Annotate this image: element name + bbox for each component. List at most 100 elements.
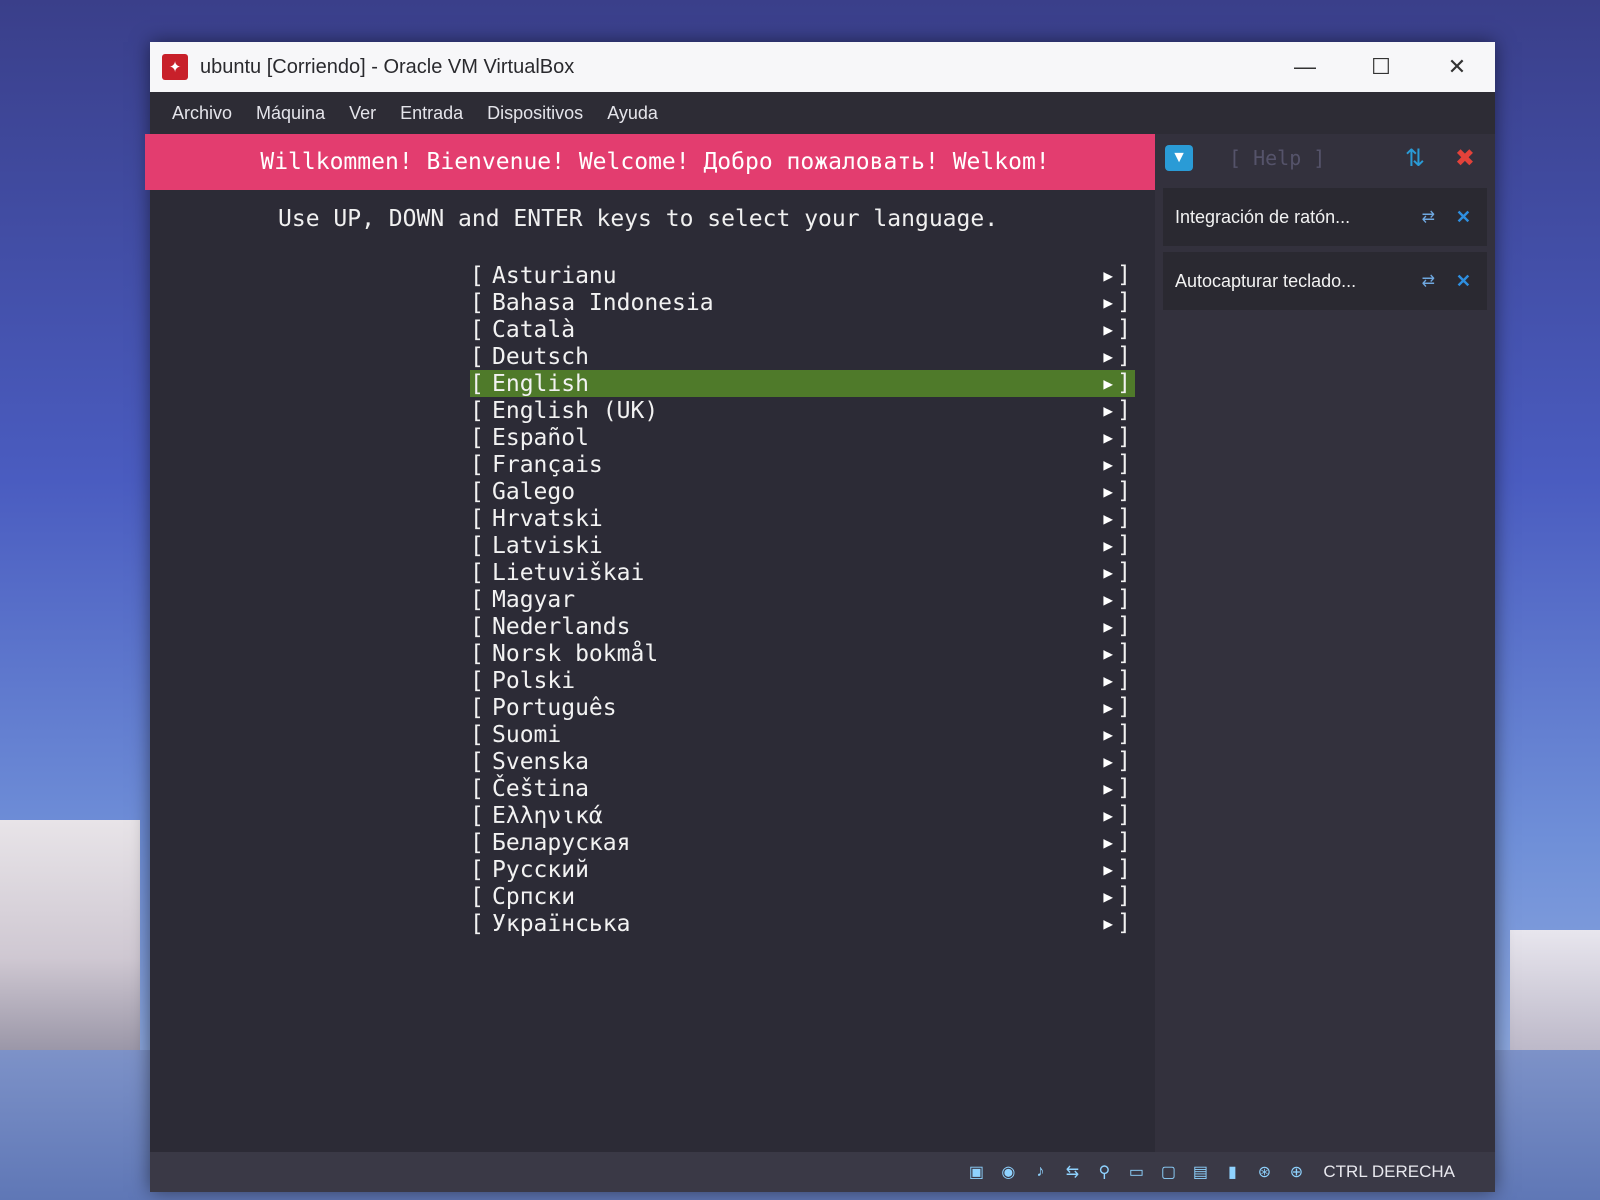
language-option[interactable]: [Русский ▶]	[470, 856, 1135, 883]
bracket-left: [	[470, 478, 484, 505]
arrow-right-icon: ▶	[1103, 914, 1113, 933]
language-option[interactable]: [Asturianu ▶]	[470, 262, 1135, 289]
host-key-icon[interactable]: ⊕	[1285, 1161, 1307, 1183]
language-label: Asturianu	[492, 262, 617, 289]
language-option[interactable]: [Galego ▶]	[470, 478, 1135, 505]
language-label: Español	[492, 424, 589, 451]
recording-icon[interactable]: ▤	[1189, 1161, 1211, 1183]
language-option[interactable]: [Hrvatski ▶]	[470, 505, 1135, 532]
bracket-left: [	[470, 370, 484, 397]
language-option[interactable]: [Español ▶]	[470, 424, 1135, 451]
audio-icon[interactable]: ♪	[1029, 1161, 1051, 1183]
language-option[interactable]: [Ελληνικά ▶]	[470, 802, 1135, 829]
language-option[interactable]: [Deutsch ▶]	[470, 343, 1135, 370]
arrow-right-icon: ▶	[1103, 617, 1113, 636]
settings-icon[interactable]: ✖	[1455, 144, 1475, 173]
arrow-right-icon: ▶	[1103, 833, 1113, 852]
language-option[interactable]: [Bahasa Indonesia ▶]	[470, 289, 1135, 316]
menu-ayuda[interactable]: Ayuda	[597, 103, 668, 124]
hdd-icon[interactable]: ▣	[965, 1161, 987, 1183]
virtualbox-window: ✦ ubuntu [Corriendo] - Oracle VM Virtual…	[145, 42, 1495, 1192]
language-option[interactable]: [Polski ▶]	[470, 667, 1135, 694]
language-option[interactable]: [English ▶]	[470, 370, 1135, 397]
bracket-right: ]	[1117, 829, 1131, 855]
bracket-left: [	[470, 451, 484, 478]
language-option[interactable]: [Norsk bokmål ▶]	[470, 640, 1135, 667]
language-option[interactable]: [Lietuviškai ▶]	[470, 559, 1135, 586]
notice-mouse-integration[interactable]: Integración de ratón... ⇄ ✕	[1163, 188, 1487, 246]
language-option[interactable]: [Српски ▶]	[470, 883, 1135, 910]
bracket-left: [	[470, 721, 484, 748]
usb-icon[interactable]: ⚲	[1093, 1161, 1115, 1183]
arrow-right-icon: ▶	[1103, 590, 1113, 609]
toggle-icon[interactable]: ⇄	[1422, 207, 1435, 227]
close-icon[interactable]: ✕	[1456, 271, 1471, 292]
help-label[interactable]: [ Help ]	[1229, 146, 1325, 170]
language-label: Српски	[492, 883, 576, 910]
language-option[interactable]: [Magyar ▶]	[470, 586, 1135, 613]
maximize-button[interactable]: ☐	[1343, 42, 1419, 92]
language-label: Deutsch	[492, 343, 589, 370]
language-option[interactable]: [Suomi ▶]	[470, 721, 1135, 748]
network-icon[interactable]: ⇆	[1061, 1161, 1083, 1183]
language-option[interactable]: [English (UK) ▶]	[470, 397, 1135, 424]
bracket-left: [	[470, 262, 484, 289]
language-option[interactable]: [Svenska ▶]	[470, 748, 1135, 775]
toggle-icon[interactable]: ⇄	[1422, 271, 1435, 291]
language-label: Čeština	[492, 775, 589, 802]
notification-panel: ▼ [ Help ] ⇅ ✖ Integración de ratón... ⇄…	[1155, 134, 1495, 1174]
close-icon[interactable]: ✕	[1456, 207, 1471, 228]
bracket-left: [	[470, 586, 484, 613]
mouse-integration-icon[interactable]: ⊛	[1253, 1161, 1275, 1183]
language-option[interactable]: [Latviski ▶]	[470, 532, 1135, 559]
menu-maquina[interactable]: Máquina	[246, 103, 335, 124]
title-bar[interactable]: ✦ ubuntu [Corriendo] - Oracle VM Virtual…	[150, 42, 1495, 92]
bracket-left: [	[470, 559, 484, 586]
vm-screen[interactable]: Willkommen! Bienvenue! Welcome! Добро по…	[145, 134, 1165, 1174]
cpu-icon[interactable]: ▮	[1221, 1161, 1243, 1183]
instructions-text: Use UP, DOWN and ENTER keys to select yo…	[278, 206, 999, 232]
welcome-text: Willkommen! Bienvenue! Welcome! Добро по…	[260, 149, 1050, 175]
bracket-left: [	[470, 613, 484, 640]
language-label: Svenska	[492, 748, 589, 775]
notice-keyboard-capture[interactable]: Autocapturar teclado... ⇄ ✕	[1163, 252, 1487, 310]
language-label: Latviski	[492, 532, 603, 559]
bracket-right: ]	[1117, 613, 1131, 639]
host-key-label[interactable]: CTRL DERECHA	[1323, 1162, 1455, 1182]
language-label: Lietuviškai	[492, 559, 645, 586]
bracket-right: ]	[1117, 397, 1131, 423]
arrow-right-icon: ▶	[1103, 266, 1113, 285]
bracket-right: ]	[1117, 478, 1131, 504]
language-option[interactable]: [Français ▶]	[470, 451, 1135, 478]
shared-folder-icon[interactable]: ▭	[1125, 1161, 1147, 1183]
bracket-right: ]	[1117, 748, 1131, 774]
arrow-right-icon: ▶	[1103, 509, 1113, 528]
language-label: Português	[492, 694, 617, 721]
language-option[interactable]: [Беларуская ▶]	[470, 829, 1135, 856]
background-cliff	[1510, 930, 1600, 1050]
message-icon[interactable]: ▼	[1165, 145, 1193, 171]
bracket-right: ]	[1117, 856, 1131, 882]
language-option[interactable]: [Čeština ▶]	[470, 775, 1135, 802]
menu-ver[interactable]: Ver	[339, 103, 386, 124]
arrow-right-icon: ▶	[1103, 374, 1113, 393]
bracket-right: ]	[1117, 775, 1131, 801]
display-icon[interactable]: ▢	[1157, 1161, 1179, 1183]
window-title: ubuntu [Corriendo] - Oracle VM VirtualBo…	[200, 55, 575, 78]
menu-dispositivos[interactable]: Dispositivos	[477, 103, 593, 124]
menu-entrada[interactable]: Entrada	[390, 103, 473, 124]
language-option[interactable]: [Українська ▶]	[470, 910, 1135, 937]
bracket-right: ]	[1117, 559, 1131, 585]
arrow-right-icon: ▶	[1103, 455, 1113, 474]
sort-icon[interactable]: ⇅	[1405, 144, 1425, 173]
optical-icon[interactable]: ◉	[997, 1161, 1019, 1183]
arrow-right-icon: ▶	[1103, 725, 1113, 744]
menu-archivo[interactable]: Archivo	[162, 103, 242, 124]
language-option[interactable]: [Português ▶]	[470, 694, 1135, 721]
language-label: English	[492, 370, 589, 397]
close-button[interactable]: ✕	[1419, 42, 1495, 92]
language-option[interactable]: [Nederlands ▶]	[470, 613, 1135, 640]
language-option[interactable]: [Català ▶]	[470, 316, 1135, 343]
minimize-button[interactable]: —	[1267, 42, 1343, 92]
arrow-right-icon: ▶	[1103, 644, 1113, 663]
